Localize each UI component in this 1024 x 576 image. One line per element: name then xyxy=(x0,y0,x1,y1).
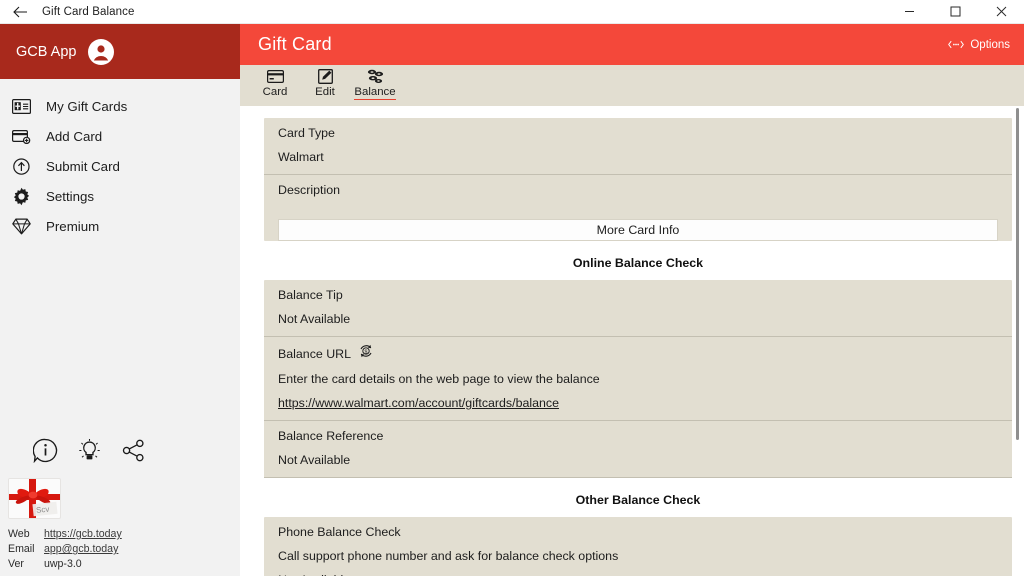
arrow-left-icon xyxy=(13,6,28,18)
other-balance-section-title: Other Balance Check xyxy=(264,493,1012,507)
balance-tip-label: Balance Tip xyxy=(278,286,998,305)
card-info-panel: Card Type Walmart Description More Card … xyxy=(264,118,1012,241)
card-type-row: Card Type Walmart xyxy=(264,118,1012,175)
tab-edit[interactable]: Edit xyxy=(302,65,348,98)
balance-tip-value: Not Available xyxy=(278,310,998,329)
svg-text:$: $ xyxy=(365,349,368,355)
balance-url-link[interactable]: https://www.walmart.com/account/giftcard… xyxy=(278,394,998,413)
phone-balance-label: Phone Balance Check xyxy=(278,523,998,542)
version-value: uwp-3.0 xyxy=(44,557,82,572)
upload-cloud-icon xyxy=(10,155,32,177)
gift-cards-icon xyxy=(10,95,32,117)
tab-balance[interactable]: Balance xyxy=(352,65,398,100)
brand-label: GCB App xyxy=(16,44,76,60)
balance-url-label: Balance URL xyxy=(278,345,351,364)
close-icon xyxy=(996,6,1007,17)
footer-row-web: Web https://gcb.today xyxy=(8,527,240,542)
footer-row-email: Email app@gcb.today xyxy=(8,542,240,557)
sidebar-footer: Web https://gcb.today Email app@gcb.toda… xyxy=(0,519,240,576)
sidebar-item-premium[interactable]: Premium xyxy=(0,211,240,241)
diamond-icon xyxy=(10,215,32,237)
email-link[interactable]: app@gcb.today xyxy=(44,542,118,557)
account-circle-icon xyxy=(88,39,114,65)
balance-coins-icon xyxy=(367,68,384,85)
lightbulb-icon[interactable] xyxy=(75,436,103,464)
tab-bar: Card Edit xyxy=(240,65,1024,106)
svg-text:Scv: Scv xyxy=(36,505,50,515)
sidebar-item-submit-card[interactable]: Submit Card xyxy=(0,151,240,181)
maximize-button[interactable] xyxy=(932,0,978,24)
description-row: Description xyxy=(264,175,1012,219)
main-area: Gift Card Options xyxy=(240,24,1024,576)
online-balance-section-title: Online Balance Check xyxy=(264,256,1012,270)
page-title: Gift Card xyxy=(258,34,332,55)
maximize-icon xyxy=(950,6,961,17)
balance-url-row: Balance URL $ Ent xyxy=(264,337,1012,421)
add-card-icon xyxy=(10,125,32,147)
minimize-icon xyxy=(904,6,915,17)
sidebar-header: GCB App xyxy=(0,24,240,79)
balance-reference-value: Not Available xyxy=(278,451,998,470)
main-header: Gift Card Options xyxy=(240,24,1024,65)
options-button[interactable]: Options xyxy=(948,39,1010,51)
back-button[interactable] xyxy=(0,0,40,24)
footer-row-version: Ver uwp-3.0 xyxy=(8,557,240,572)
sidebar-item-add-card[interactable]: Add Card xyxy=(0,121,240,151)
title-bar: Gift Card Balance xyxy=(0,0,1024,24)
options-label: Options xyxy=(970,39,1010,51)
sidebar-item-my-gift-cards[interactable]: My Gift Cards xyxy=(0,91,240,121)
web-link[interactable]: https://gcb.today xyxy=(44,527,122,542)
window-title: Gift Card Balance xyxy=(40,6,134,18)
content-scroll-area[interactable]: Card Type Walmart Description More Card … xyxy=(240,106,1024,576)
scrollbar-thumb[interactable] xyxy=(1016,108,1019,440)
balance-tip-row: Balance Tip Not Available xyxy=(264,280,1012,337)
info-icon[interactable] xyxy=(31,436,59,464)
balance-reference-row: Balance Reference Not Available xyxy=(264,421,1012,478)
other-balance-panel: Phone Balance Check Call support phone n… xyxy=(264,517,1012,576)
balance-reference-label: Balance Reference xyxy=(278,427,998,446)
card-type-value: Walmart xyxy=(278,148,998,167)
sidebar-item-settings[interactable]: Settings xyxy=(0,181,240,211)
gear-icon xyxy=(10,185,32,207)
sidebar-item-label: Submit Card xyxy=(46,159,120,174)
app-window: Gift Card Balance GCB App xyxy=(0,0,1024,576)
description-value xyxy=(278,200,998,212)
tab-label: Edit xyxy=(315,86,335,98)
card-type-label: Card Type xyxy=(278,124,998,143)
footer-key: Email xyxy=(8,542,44,557)
tab-label: Balance xyxy=(354,86,395,100)
balance-url-label-wrap: Balance URL $ xyxy=(278,343,998,365)
footer-key: Web xyxy=(8,527,44,542)
refresh-dollar-icon[interactable]: $ xyxy=(358,343,374,365)
sidebar: GCB App xyxy=(0,24,240,576)
phone-balance-row: Phone Balance Check Call support phone n… xyxy=(264,517,1012,576)
sidebar-item-label: Premium xyxy=(46,219,99,234)
card-icon xyxy=(267,68,284,85)
tab-card[interactable]: Card xyxy=(252,65,298,98)
vertical-scrollbar[interactable] xyxy=(1012,108,1023,576)
more-card-info-button[interactable]: More Card Info xyxy=(278,219,998,241)
balance-url-hint: Enter the card details on the web page t… xyxy=(278,370,998,389)
tab-label: Card xyxy=(263,86,288,98)
phone-balance-hint: Call support phone number and ask for ba… xyxy=(278,547,998,566)
footer-key: Ver xyxy=(8,557,44,572)
share-icon[interactable] xyxy=(119,436,147,464)
edit-pencil-icon xyxy=(318,68,333,85)
sidebar-item-label: My Gift Cards xyxy=(46,99,127,114)
sidebar-item-label: Add Card xyxy=(46,129,102,144)
phone-balance-value: Not Available xyxy=(278,571,998,576)
description-label: Description xyxy=(278,181,998,200)
minimize-button[interactable] xyxy=(886,0,932,24)
sidebar-nav: My Gift Cards Add Card xyxy=(0,79,240,241)
gift-card-image: Scv xyxy=(8,478,61,519)
body-row: GCB App xyxy=(0,24,1024,576)
online-balance-panel: Balance Tip Not Available Balance URL xyxy=(264,280,1012,478)
sidebar-tools xyxy=(0,430,170,470)
sidebar-item-label: Settings xyxy=(46,189,94,204)
sidebar-spacer xyxy=(0,241,240,430)
close-button[interactable] xyxy=(978,0,1024,24)
avatar[interactable] xyxy=(88,39,114,65)
options-ellipsis-icon xyxy=(948,39,964,50)
